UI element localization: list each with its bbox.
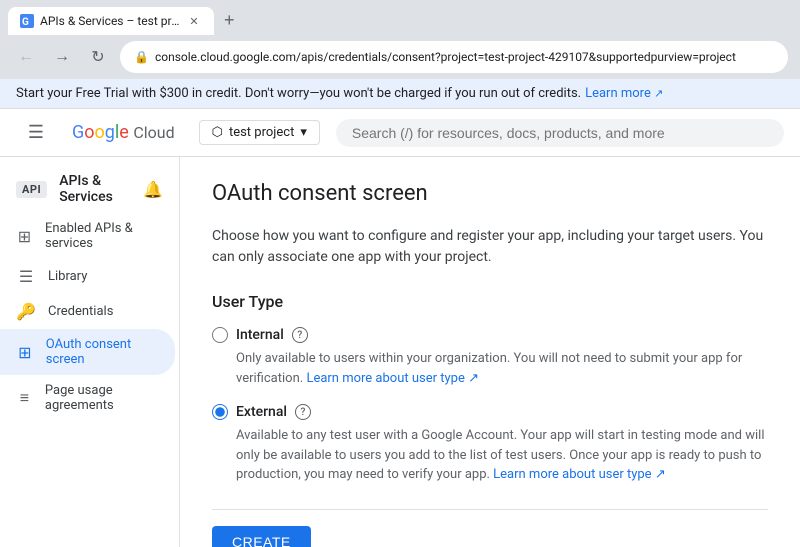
- sidebar-item-label: Credentials: [48, 304, 113, 319]
- forward-button[interactable]: →: [48, 43, 76, 71]
- user-type-section: User Type Internal ? Only available to u…: [212, 292, 768, 485]
- internal-radio-label[interactable]: Internal ?: [212, 327, 768, 343]
- external-description: Available to any test user with a Google…: [236, 426, 768, 485]
- banner-learn-more-link[interactable]: Learn more ↗: [585, 86, 663, 101]
- credentials-icon: 🔑: [16, 302, 36, 321]
- create-button[interactable]: CREATE: [212, 526, 311, 547]
- banner-text: Start your Free Trial with $300 in credi…: [16, 86, 581, 101]
- library-icon: ☰: [16, 267, 36, 286]
- project-icon: ⬡: [212, 125, 223, 140]
- sidebar: API APIs & Services 🔔 ⊞ Enabled APIs & s…: [0, 157, 180, 547]
- external-link-icon: ↗: [654, 87, 663, 100]
- lock-icon: 🔒: [134, 50, 149, 64]
- page-usage-icon: ≡: [16, 388, 33, 408]
- sidebar-item-enabled[interactable]: ⊞ Enabled APIs & services: [0, 213, 179, 259]
- back-button[interactable]: ←: [12, 43, 40, 71]
- sidebar-item-label: OAuth consent screen: [46, 337, 159, 367]
- user-type-heading: User Type: [212, 292, 768, 311]
- internal-label: Internal: [236, 327, 284, 343]
- external-label: External: [236, 404, 287, 420]
- sidebar-title: APIs & Services: [59, 173, 131, 205]
- project-selector[interactable]: ⬡ test project ▾: [199, 120, 320, 145]
- chevron-down-icon: ▾: [300, 125, 307, 140]
- divider: [212, 509, 768, 510]
- tab-label: APIs & Services – test projec…: [40, 14, 180, 28]
- enabled-apis-icon: ⊞: [16, 227, 33, 246]
- sidebar-item-label: Library: [48, 269, 87, 284]
- internal-learn-more-link[interactable]: Learn more about user type ↗: [306, 371, 479, 386]
- page-description: Choose how you want to configure and reg…: [212, 226, 768, 268]
- promo-banner: Start your Free Trial with $300 in credi…: [0, 79, 800, 109]
- main-content: OAuth consent screen Choose how you want…: [180, 157, 800, 547]
- new-tab-button[interactable]: +: [216, 6, 243, 35]
- internal-radio[interactable]: [212, 327, 228, 343]
- api-badge: API: [16, 181, 47, 198]
- tab-close-button[interactable]: ✕: [186, 13, 202, 29]
- sidebar-item-page-usage[interactable]: ≡ Page usage agreements: [0, 375, 179, 421]
- browser-tab[interactable]: G APIs & Services – test projec… ✕: [8, 7, 214, 35]
- internal-description: Only available to users within your orga…: [236, 349, 768, 388]
- sidebar-header: API APIs & Services 🔔: [0, 165, 179, 213]
- sidebar-item-library[interactable]: ☰ Library: [0, 259, 179, 294]
- project-name: test project: [229, 125, 294, 140]
- hamburger-menu-button[interactable]: ☰: [16, 113, 56, 153]
- google-cloud-logo: Google Cloud: [72, 122, 175, 143]
- external-option: External ? Available to any test user wi…: [212, 404, 768, 485]
- oauth-icon: ⊞: [16, 343, 34, 362]
- tab-favicon: G: [20, 14, 34, 28]
- sidebar-item-credentials[interactable]: 🔑 Credentials: [0, 294, 179, 329]
- page-title: OAuth consent screen: [212, 181, 768, 206]
- external-link-icon: ↗: [468, 371, 479, 386]
- sidebar-item-label: Enabled APIs & services: [45, 221, 163, 251]
- internal-option: Internal ? Only available to users withi…: [212, 327, 768, 388]
- bell-icon[interactable]: 🔔: [143, 180, 163, 199]
- logo-text: Google Cloud: [72, 122, 175, 143]
- external-radio[interactable]: [212, 404, 228, 420]
- address-bar[interactable]: 🔒 console.cloud.google.com/apis/credenti…: [120, 41, 788, 73]
- refresh-button[interactable]: ↻: [84, 43, 112, 71]
- external-radio-label[interactable]: External ?: [212, 404, 768, 420]
- external-help-icon[interactable]: ?: [295, 404, 311, 420]
- address-text: console.cloud.google.com/apis/credential…: [155, 50, 736, 64]
- main-header: ☰ Google Cloud ⬡ test project ▾: [0, 109, 800, 157]
- internal-help-icon[interactable]: ?: [292, 327, 308, 343]
- sidebar-item-label: Page usage agreements: [45, 383, 163, 413]
- external-link-icon: ↗: [655, 467, 666, 482]
- external-learn-more-link[interactable]: Learn more about user type ↗: [493, 467, 666, 482]
- svg-text:G: G: [22, 17, 29, 28]
- search-input[interactable]: [336, 119, 784, 147]
- sidebar-item-oauth[interactable]: ⊞ OAuth consent screen: [0, 329, 175, 375]
